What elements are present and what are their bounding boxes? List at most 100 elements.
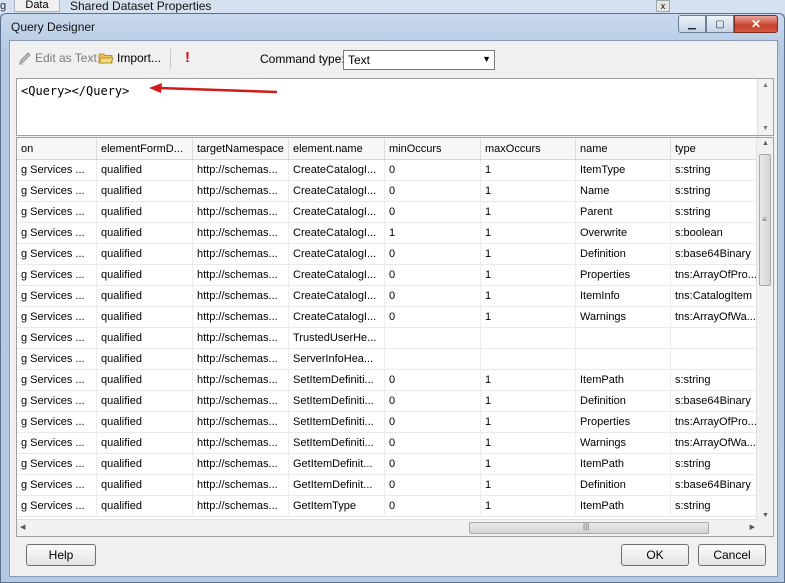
table-cell[interactable]: http://schemas... bbox=[193, 412, 289, 433]
table-cell[interactable]: Warnings bbox=[576, 307, 671, 328]
table-cell[interactable]: SetItemDefiniti... bbox=[289, 370, 385, 391]
table-cell[interactable]: Definition bbox=[576, 244, 671, 265]
query-text[interactable]: <Query></Query> bbox=[21, 84, 129, 98]
table-row[interactable]: g Services ... qualified http://schemas...… bbox=[17, 454, 758, 475]
table-cell[interactable]: 1 bbox=[481, 496, 576, 517]
table-cell[interactable]: ItemPath bbox=[576, 496, 671, 517]
table-cell[interactable]: g Services ... bbox=[17, 265, 97, 286]
scroll-down-icon[interactable]: ▼ bbox=[762, 125, 769, 132]
table-cell[interactable] bbox=[671, 328, 758, 349]
table-cell[interactable]: SetItemDefiniti... bbox=[289, 391, 385, 412]
table-row[interactable]: g Services ... qualified http://schemas...… bbox=[17, 496, 758, 517]
table-cell[interactable]: 1 bbox=[481, 433, 576, 454]
table-cell[interactable]: g Services ... bbox=[17, 433, 97, 454]
table-cell[interactable]: GetItemDefinit... bbox=[289, 475, 385, 496]
table-cell[interactable]: g Services ... bbox=[17, 223, 97, 244]
table-cell[interactable]: g Services ... bbox=[17, 244, 97, 265]
table-cell[interactable]: 0 bbox=[385, 307, 481, 328]
table-cell[interactable]: ServerInfoHea... bbox=[289, 349, 385, 370]
table-cell[interactable]: qualified bbox=[97, 412, 193, 433]
table-cell[interactable]: s:string bbox=[671, 370, 758, 391]
table-cell[interactable]: 1 bbox=[481, 412, 576, 433]
cancel-button[interactable]: Cancel bbox=[698, 544, 766, 566]
table-row[interactable]: g Services ... qualified http://schemas...… bbox=[17, 160, 758, 181]
table-cell[interactable]: 0 bbox=[385, 244, 481, 265]
table-cell[interactable]: g Services ... bbox=[17, 391, 97, 412]
table-cell[interactable]: Name bbox=[576, 181, 671, 202]
table-cell[interactable]: tns:ArrayOfPro... bbox=[671, 412, 758, 433]
table-cell[interactable]: 1 bbox=[481, 244, 576, 265]
table-row[interactable]: g Services ... qualified http://schemas...… bbox=[17, 307, 758, 328]
table-cell[interactable]: 0 bbox=[385, 496, 481, 517]
table-row[interactable]: g Services ... qualified http://schemas...… bbox=[17, 244, 758, 265]
table-cell[interactable]: 0 bbox=[385, 202, 481, 223]
query-vertical-scrollbar[interactable]: ▲ ▼ bbox=[757, 79, 773, 135]
table-cell[interactable]: tns:ArrayOfPro... bbox=[671, 265, 758, 286]
table-cell[interactable]: http://schemas... bbox=[193, 433, 289, 454]
table-cell[interactable] bbox=[385, 328, 481, 349]
table-cell[interactable]: http://schemas... bbox=[193, 202, 289, 223]
table-cell[interactable]: qualified bbox=[97, 223, 193, 244]
maximize-button[interactable]: ▢ bbox=[706, 15, 734, 33]
scroll-left-icon[interactable]: ◀ bbox=[20, 523, 25, 531]
table-row[interactable]: g Services ... qualified http://schemas...… bbox=[17, 202, 758, 223]
column-header[interactable]: type bbox=[671, 138, 758, 160]
table-cell[interactable]: g Services ... bbox=[17, 412, 97, 433]
table-cell[interactable]: g Services ... bbox=[17, 475, 97, 496]
column-header[interactable]: elementFormD... bbox=[97, 138, 193, 160]
table-cell[interactable] bbox=[481, 328, 576, 349]
table-cell[interactable]: qualified bbox=[97, 475, 193, 496]
table-cell[interactable]: qualified bbox=[97, 370, 193, 391]
scroll-right-icon[interactable]: ▶ bbox=[750, 523, 755, 531]
horizontal-scroll-thumb[interactable]: ||| bbox=[469, 522, 709, 534]
table-cell[interactable]: s:string bbox=[671, 454, 758, 475]
table-cell[interactable]: tns:ArrayOfWa... bbox=[671, 433, 758, 454]
table-cell[interactable]: CreateCatalogI... bbox=[289, 244, 385, 265]
table-cell[interactable] bbox=[481, 349, 576, 370]
table-row[interactable]: g Services ... qualified http://schemas...… bbox=[17, 370, 758, 391]
table-cell[interactable]: 0 bbox=[385, 454, 481, 475]
table-cell[interactable]: CreateCatalogI... bbox=[289, 202, 385, 223]
import-button[interactable]: Import... bbox=[98, 51, 161, 65]
table-cell[interactable]: s:string bbox=[671, 202, 758, 223]
table-cell[interactable]: 1 bbox=[481, 307, 576, 328]
table-cell[interactable]: qualified bbox=[97, 328, 193, 349]
table-cell[interactable]: qualified bbox=[97, 391, 193, 412]
table-cell[interactable]: s:string bbox=[671, 160, 758, 181]
table-cell[interactable]: Warnings bbox=[576, 433, 671, 454]
run-query-icon[interactable]: ! bbox=[185, 49, 190, 66]
table-cell[interactable]: GetItemDefinit... bbox=[289, 454, 385, 475]
table-cell[interactable]: g Services ... bbox=[17, 307, 97, 328]
table-row[interactable]: g Services ... qualified http://schemas...… bbox=[17, 328, 758, 349]
table-cell[interactable]: qualified bbox=[97, 349, 193, 370]
close-button[interactable]: ✕ bbox=[734, 15, 778, 33]
table-cell[interactable]: g Services ... bbox=[17, 181, 97, 202]
table-cell[interactable]: s:string bbox=[671, 181, 758, 202]
table-cell[interactable]: g Services ... bbox=[17, 370, 97, 391]
table-cell[interactable]: 0 bbox=[385, 160, 481, 181]
table-cell[interactable]: ItemPath bbox=[576, 370, 671, 391]
table-cell[interactable]: 1 bbox=[481, 370, 576, 391]
table-cell[interactable]: 1 bbox=[481, 223, 576, 244]
table-cell[interactable]: tns:ArrayOfWa... bbox=[671, 307, 758, 328]
column-header[interactable]: targetNamespace bbox=[193, 138, 289, 160]
column-header[interactable]: element.name bbox=[289, 138, 385, 160]
table-cell[interactable]: 0 bbox=[385, 475, 481, 496]
table-cell[interactable]: http://schemas... bbox=[193, 223, 289, 244]
scroll-up-icon[interactable]: ▲ bbox=[762, 140, 769, 147]
table-cell[interactable]: qualified bbox=[97, 160, 193, 181]
vertical-scroll-thumb[interactable]: ≡ bbox=[759, 154, 771, 286]
background-data-tab[interactable]: Data bbox=[14, 0, 60, 12]
table-cell[interactable]: http://schemas... bbox=[193, 244, 289, 265]
table-cell[interactable]: http://schemas... bbox=[193, 307, 289, 328]
table-cell[interactable]: 1 bbox=[481, 202, 576, 223]
table-cell[interactable]: CreateCatalogI... bbox=[289, 286, 385, 307]
table-cell[interactable]: g Services ... bbox=[17, 286, 97, 307]
scroll-down-icon[interactable]: ▼ bbox=[762, 512, 769, 519]
table-row[interactable]: g Services ... qualified http://schemas...… bbox=[17, 475, 758, 496]
table-cell[interactable]: g Services ... bbox=[17, 202, 97, 223]
table-cell[interactable]: CreateCatalogI... bbox=[289, 160, 385, 181]
table-cell[interactable]: s:base64Binary bbox=[671, 391, 758, 412]
table-cell[interactable]: ItemPath bbox=[576, 454, 671, 475]
table-cell[interactable]: 0 bbox=[385, 286, 481, 307]
